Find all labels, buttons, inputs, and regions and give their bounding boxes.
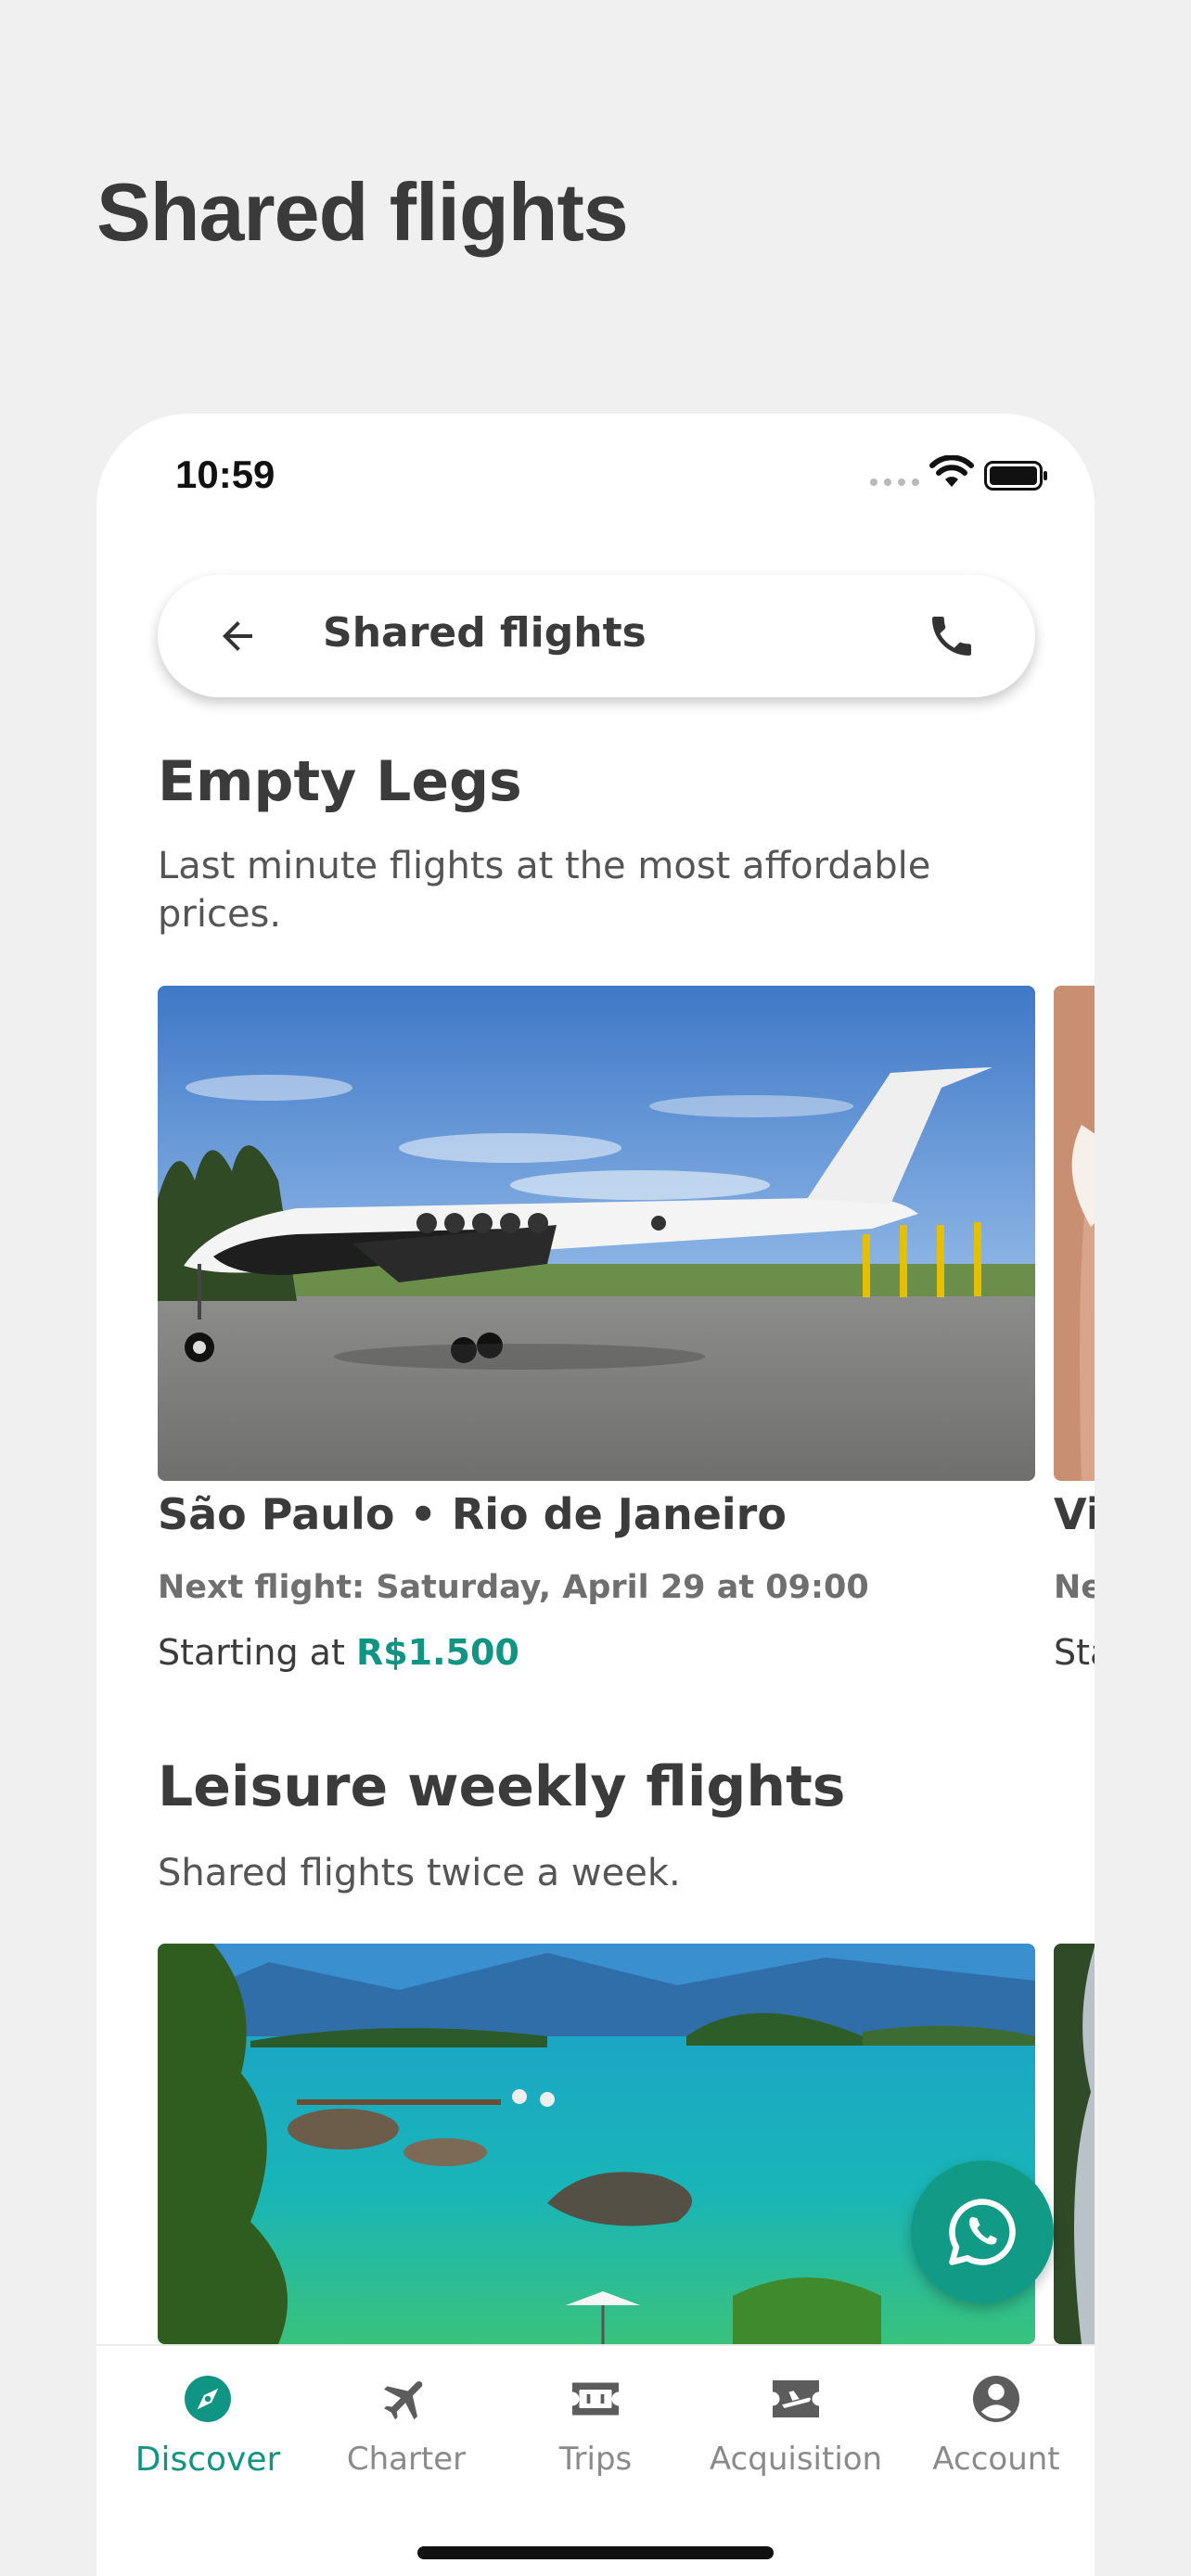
app-top-bar: Shared flights [158,575,1035,697]
nav-item-discover[interactable]: Discover [124,2368,291,2498]
next-card-price: Sta [1054,1632,1095,1673]
phone-frame: 10:59 Shared flights Empty Legs Last min… [96,414,1095,2576]
next-leisure-photo [1054,1944,1095,2344]
wifi-icon [929,455,974,487]
nav-label-acquisition: Acquisition [709,2441,883,2478]
next-card-next-flight: Ne [1054,1569,1095,1606]
bottom-navigation: Discover Charter Trips Acquisition Accou… [96,2344,1095,2576]
status-bar: 10:59 [96,414,1095,543]
whatsapp-icon [949,2199,1016,2265]
top-bar-title: Shared flights [323,609,647,657]
whatsapp-button[interactable] [911,2161,1054,2303]
phone-icon [932,617,971,656]
section-subtitle-leisure: Shared flights twice a week. [158,1852,681,1894]
card-price: Starting at R$1.500 [158,1632,519,1673]
arrow-left-icon [223,621,252,651]
lagoon-photo [158,1944,1035,2344]
section-title-empty-legs: Empty Legs [158,749,522,814]
page-title: Shared flights [96,166,629,258]
call-button[interactable] [924,608,980,664]
section-subtitle-empty-legs: Last minute flights at the most affordab… [158,845,931,936]
card-next-flight: Next flight: Saturday, April 29 at 09:00 [158,1569,869,1606]
account-circle-icon [966,2368,1027,2429]
nav-item-charter[interactable]: Charter [323,2368,490,2498]
price-prefix: Starting at [158,1632,356,1673]
ticket-icon [565,2368,626,2429]
airplane-icon [376,2368,437,2429]
card-route[interactable]: São Paulo • Rio de Janeiro [158,1489,787,1539]
price-amount: R$1.500 [355,1632,519,1673]
battery-icon [984,461,1047,491]
back-button[interactable] [211,610,263,662]
next-card-photo [1054,986,1095,1481]
compass-icon [177,2368,238,2429]
cellular-signal-icon [870,478,919,486]
nav-label-discover: Discover [134,2441,281,2479]
home-indicator[interactable] [417,2546,774,2559]
nav-item-trips[interactable]: Trips [512,2368,679,2498]
nav-label-trips: Trips [558,2441,633,2478]
nav-item-acquisition[interactable]: Acquisition [709,2368,883,2498]
next-card-route[interactable]: Vi [1054,1489,1095,1539]
next-leisure-card-image[interactable] [1054,1944,1095,2344]
airplane-ticket-icon [765,2368,826,2429]
nav-label-charter: Charter [346,2441,467,2478]
nav-label-account: Account [932,2441,1060,2478]
empty-leg-card-image[interactable] [158,986,1035,1481]
leisure-card-image[interactable] [158,1944,1035,2344]
next-card-image[interactable] [1054,986,1095,1481]
section-title-leisure: Leisure weekly flights [158,1754,846,1819]
nav-item-account[interactable]: Account [913,2368,1080,2498]
status-time: 10:59 [175,453,275,496]
airplane-photo [158,986,1035,1481]
